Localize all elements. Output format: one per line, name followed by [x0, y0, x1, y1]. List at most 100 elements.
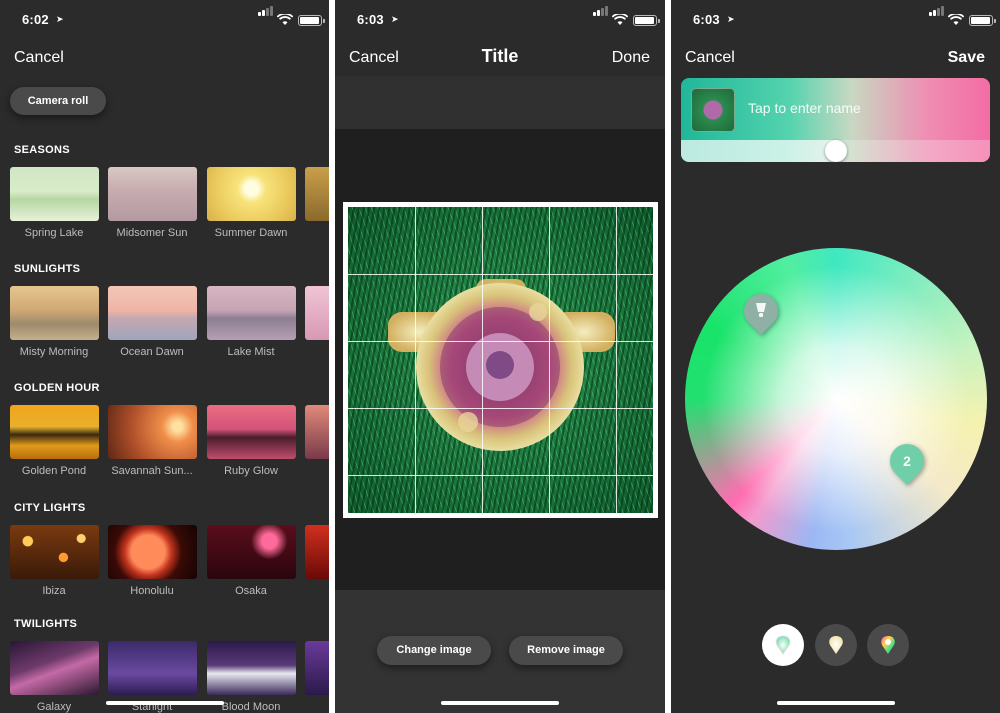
scene-label: Lake Mist: [227, 346, 275, 358]
light-pin[interactable]: 2: [882, 436, 932, 486]
remove-image-button[interactable]: Remove image: [509, 636, 623, 665]
scene-thumbnail: [10, 167, 99, 221]
scene-card[interactable]: Golden Pond: [10, 405, 106, 480]
scene-image-thumbnail[interactable]: [691, 88, 735, 132]
scene-row: Misty Morning Ocean Dawn Lake Mist Spri: [10, 286, 329, 361]
scene-thumbnail: [10, 286, 99, 340]
section-title: GOLDEN HOUR: [14, 382, 100, 394]
scene-label: Savannah Sun...: [111, 465, 193, 477]
brightness-slider-fill: [681, 140, 836, 162]
crop-grid-line: [348, 408, 653, 409]
scene-label: Ocean Dawn: [120, 346, 184, 358]
scene-card[interactable]: Midsomer Sun: [108, 167, 204, 242]
cancel-button[interactable]: Cancel: [685, 49, 735, 67]
scene-thumbnail: [207, 525, 296, 579]
section-title: TWILIGHTS: [14, 618, 78, 630]
fire-hydrant-image: [388, 279, 615, 451]
scene-thumbnail: [207, 641, 296, 695]
scene-label: Spring Lake: [24, 227, 84, 239]
battery-icon: [298, 15, 325, 26]
scene-card[interactable]: Savannah Sun...: [108, 405, 204, 480]
scene-name-input[interactable]: Tap to enter name: [748, 100, 861, 116]
done-button[interactable]: Done: [612, 49, 650, 67]
scene-thumbnail: [108, 167, 197, 221]
crop-grid-line: [348, 274, 653, 275]
section-title: SEASONS: [14, 144, 70, 156]
scene-thumbnail: [10, 641, 99, 695]
bulb-icon: [756, 303, 766, 317]
multicolor-pin-icon: [881, 636, 895, 654]
location-icon: ➤: [727, 14, 735, 24]
scene-card[interactable]: Spring Lake: [10, 167, 106, 242]
wifi-icon: [277, 14, 293, 25]
location-icon: ➤: [391, 14, 399, 24]
scene-card[interactable]: Ruby Glow: [207, 405, 303, 480]
scene-thumbnail: [207, 167, 296, 221]
status-time: 6:03: [357, 12, 384, 27]
home-indicator: [106, 701, 224, 705]
scene-card[interactable]: C: [305, 525, 329, 600]
scene-card[interactable]: Summer Dawn: [207, 167, 303, 242]
color-pin-icon: [775, 635, 791, 655]
scene-card[interactable]: Spri: [305, 286, 329, 361]
scene-card[interactable]: Ibiza: [10, 525, 106, 600]
scene-label: Misty Morning: [19, 346, 89, 358]
scene-card[interactable]: [305, 641, 329, 713]
white-mode-button[interactable]: [815, 624, 857, 666]
scene-thumbnail: [305, 286, 329, 340]
scene-label: Galaxy: [36, 701, 72, 713]
light-pin[interactable]: [736, 286, 786, 336]
scene-edit-screen: 6:03 ➤ Cancel Save Tap to enter name 2: [671, 0, 1000, 713]
crop-image[interactable]: [343, 202, 658, 518]
change-image-button[interactable]: Change image: [377, 636, 491, 665]
color-mode-button[interactable]: [762, 624, 804, 666]
color-wheel[interactable]: [685, 248, 987, 550]
scene-card[interactable]: Misty Morning: [10, 286, 106, 361]
wifi-icon: [948, 14, 964, 25]
crop-grid-line: [549, 207, 550, 513]
scene-row: Golden Pond Savannah Sun... Ruby Glow Sp: [10, 405, 329, 480]
scene-label: Au: [301, 227, 329, 239]
scene-thumbnail: [10, 525, 99, 579]
light-pin-label: 2: [903, 453, 911, 469]
scene-label: Midsomer Sun: [116, 227, 188, 239]
section-title: SUNLIGHTS: [14, 263, 81, 275]
scene-label: Golden Pond: [21, 465, 87, 477]
scene-label: Sp: [301, 465, 329, 477]
scene-thumbnail: [207, 286, 296, 340]
scene-gallery-screen: 6:02 ➤ Cancel Camera roll SEASONS Spring …: [0, 0, 329, 713]
scene-card[interactable]: Osaka: [207, 525, 303, 600]
scene-card[interactable]: Honolulu: [108, 525, 204, 600]
scene-card[interactable]: Lake Mist: [207, 286, 303, 361]
scene-mode-button[interactable]: [867, 624, 909, 666]
scene-thumbnail: [207, 405, 296, 459]
status-bar: 6:03 ➤: [335, 6, 665, 30]
crop-grid-line: [482, 207, 483, 513]
image-crop-screen: 6:03 ➤ Cancel Title Done Change image Re…: [335, 0, 665, 713]
scene-card[interactable]: Galaxy: [10, 641, 106, 713]
scene-card[interactable]: Ocean Dawn: [108, 286, 204, 361]
scene-thumbnail: [305, 405, 329, 459]
white-pin-icon: [829, 636, 843, 654]
scene-thumbnail: [108, 525, 197, 579]
camera-roll-button[interactable]: Camera roll: [10, 87, 106, 115]
scene-row: Ibiza Honolulu Osaka C: [10, 525, 329, 600]
scene-card[interactable]: Sp: [305, 405, 329, 480]
scene-thumbnail: [305, 167, 329, 221]
crop-grid-line: [415, 207, 416, 513]
scene-thumbnail: [108, 641, 197, 695]
home-indicator: [777, 701, 895, 705]
status-time: 6:02: [22, 12, 49, 27]
scene-label: Spri: [301, 346, 329, 358]
cancel-button[interactable]: Cancel: [14, 49, 64, 67]
brightness-slider-knob[interactable]: [824, 140, 847, 162]
scene-label: Summer Dawn: [214, 227, 288, 239]
scene-thumbnail: [305, 641, 329, 695]
save-button[interactable]: Save: [948, 49, 985, 67]
battery-icon: [969, 15, 996, 26]
status-bar: 6:03 ➤: [671, 6, 1000, 30]
status-time: 6:03: [693, 12, 720, 27]
scene-thumbnail: [108, 405, 197, 459]
brightness-slider[interactable]: [681, 140, 990, 162]
scene-card[interactable]: Au: [305, 167, 329, 242]
